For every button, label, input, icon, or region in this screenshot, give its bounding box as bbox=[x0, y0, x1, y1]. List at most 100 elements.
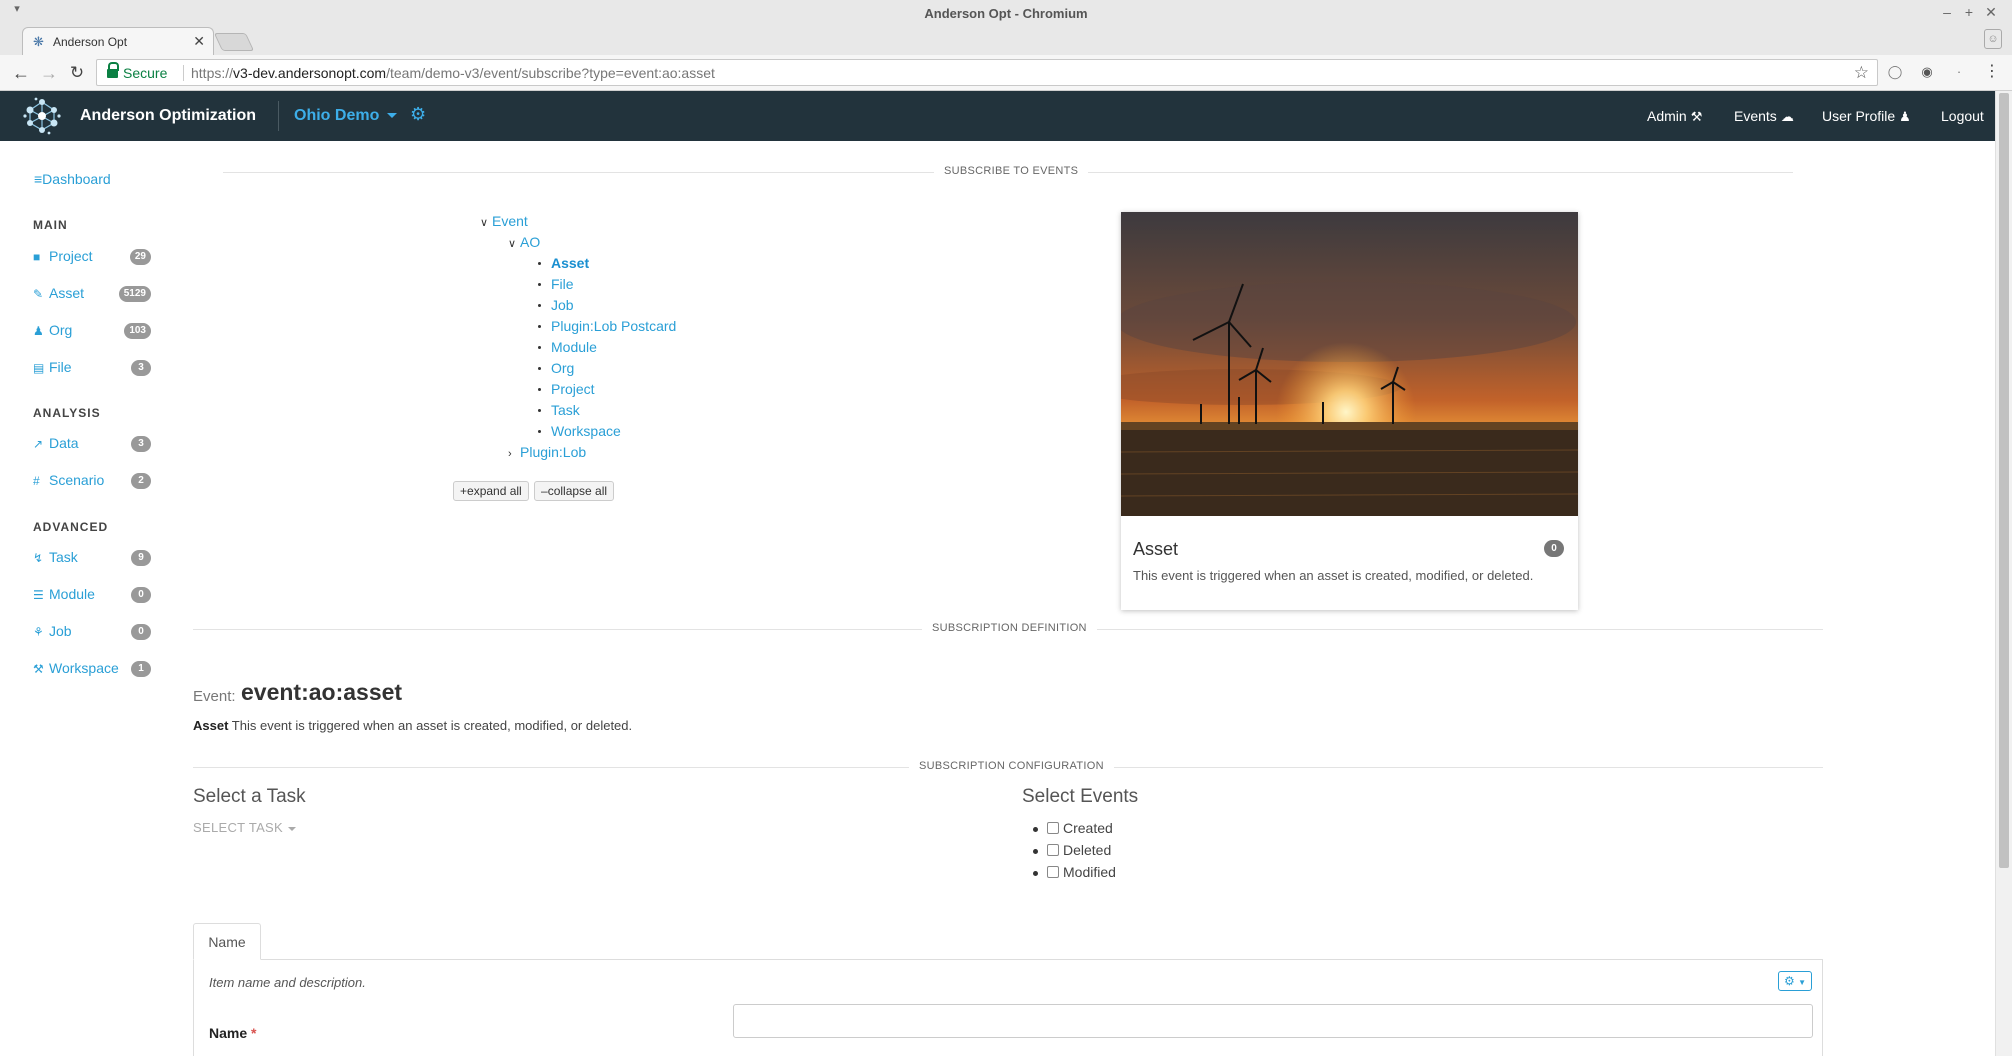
tree-node-project[interactable]: Project bbox=[537, 381, 595, 397]
tree-node-label: Org bbox=[551, 360, 575, 376]
pencil-icon: ✎ bbox=[33, 287, 44, 301]
tree-node-label: Event bbox=[492, 213, 528, 229]
bookmark-star-icon[interactable]: ☆ bbox=[1854, 63, 1869, 83]
address-bar[interactable]: Secure https://v3-dev.andersonopt.com/te… bbox=[96, 59, 1878, 86]
count-badge: 0 bbox=[131, 624, 151, 640]
collapse-all-button[interactable]: –collapse all bbox=[534, 481, 615, 501]
expand-all-button[interactable]: +expand all bbox=[453, 481, 529, 501]
forward-icon[interactable]: → bbox=[38, 63, 60, 83]
user-icon: ♟ bbox=[1899, 109, 1911, 124]
tree-node-org[interactable]: Org bbox=[537, 360, 574, 376]
bullet-icon bbox=[537, 429, 543, 435]
minimize-icon[interactable]: – bbox=[1938, 4, 1956, 20]
event-description-text: This event is triggered when an asset is… bbox=[228, 718, 633, 733]
name-label-text: Name bbox=[209, 1025, 248, 1041]
section-title-configuration: SUBSCRIPTION CONFIGURATION bbox=[909, 760, 1114, 772]
browser-menu-icon[interactable]: ⋮ bbox=[1984, 64, 2000, 80]
tree-node-task[interactable]: Task bbox=[537, 402, 580, 418]
brand-name[interactable]: Anderson Optimization bbox=[80, 107, 256, 125]
bullet-icon bbox=[537, 345, 543, 351]
chart-line-icon: ↗ bbox=[33, 437, 44, 451]
event-option-modified[interactable]: Modified bbox=[1033, 864, 1116, 880]
back-icon[interactable]: ← bbox=[10, 63, 32, 83]
page-scrollbar[interactable] bbox=[1995, 91, 2012, 1056]
tree-node-plugin-lob[interactable]: › Plugin:Lob bbox=[508, 444, 586, 460]
checkbox-deleted[interactable] bbox=[1047, 844, 1059, 856]
extension-shield-icon[interactable]: ◯ bbox=[1887, 64, 1903, 80]
tree-node-asset[interactable]: Asset bbox=[537, 255, 589, 271]
address-separator bbox=[183, 65, 184, 81]
reload-icon[interactable]: ↻ bbox=[66, 63, 88, 83]
name-input[interactable] bbox=[733, 1004, 1813, 1038]
sidebar-item-module[interactable]: ☰ Module 0 bbox=[33, 586, 151, 606]
sidebar-item-data[interactable]: ↗ Data 3 bbox=[33, 435, 151, 455]
select-task-dropdown[interactable]: SELECT TASK bbox=[193, 820, 297, 835]
sidebar-item-job[interactable]: ⚘ Job 0 bbox=[33, 623, 151, 643]
tree-node-ao[interactable]: ∨ AO bbox=[508, 234, 540, 250]
profile-icon[interactable]: ☺ bbox=[1984, 29, 2002, 49]
sidebar-item-org[interactable]: ♟ Org 103 bbox=[33, 322, 151, 342]
name-label: Name * bbox=[209, 1025, 256, 1041]
tree-node-label: Task bbox=[551, 402, 580, 418]
window-titlebar: ▾ Anderson Opt - Chromium – + ✕ bbox=[0, 0, 2012, 25]
extension-ublock-icon[interactable]: ◉ bbox=[1919, 64, 1935, 80]
bullet-icon bbox=[537, 387, 543, 393]
printer-icon: ▤ bbox=[33, 361, 45, 375]
form-settings-button[interactable]: ⚙ ▼ bbox=[1778, 971, 1812, 991]
logout-link[interactable]: Logout bbox=[1941, 108, 1984, 124]
team-dropdown[interactable]: Ohio Demo bbox=[294, 107, 398, 125]
new-tab-button[interactable] bbox=[213, 33, 255, 51]
form-description: Item name and description. bbox=[209, 975, 366, 990]
minus-icon: – bbox=[541, 484, 548, 498]
sidebar-heading-advanced: ADVANCED bbox=[33, 520, 109, 534]
sidebar-item-label: Project bbox=[49, 248, 93, 264]
sidebar-item-label: Module bbox=[49, 586, 95, 602]
tree-node-event[interactable]: ∨ Event bbox=[480, 213, 528, 229]
tree-node-plugin-lob-postcard[interactable]: Plugin:Lob Postcard bbox=[537, 318, 676, 334]
sidebar-dashboard-link[interactable]: ≡Dashboard bbox=[34, 171, 111, 187]
tab-name[interactable]: Name bbox=[193, 923, 261, 960]
events-label: Events bbox=[1734, 108, 1777, 124]
app-navbar: Anderson Optimization Ohio Demo ⚙ Admin ⚒… bbox=[0, 91, 1995, 141]
team-settings-gear-icon[interactable]: ⚙ bbox=[410, 104, 426, 125]
extension-icon[interactable]: · bbox=[1951, 64, 1967, 80]
user-profile-link[interactable]: User Profile ♟ bbox=[1822, 108, 1911, 125]
count-badge: 0 bbox=[131, 587, 151, 603]
event-description: Asset This event is triggered when an as… bbox=[193, 718, 632, 733]
tree-node-file[interactable]: File bbox=[537, 276, 574, 292]
folder-icon: ■ bbox=[33, 250, 41, 264]
tree-node-job[interactable]: Job bbox=[537, 297, 574, 313]
sidebar-item-workspace[interactable]: ⚒ Workspace 1 bbox=[33, 660, 151, 680]
admin-link[interactable]: Admin ⚒ bbox=[1647, 108, 1702, 125]
brand-logo-icon[interactable] bbox=[22, 96, 62, 136]
events-link[interactable]: Events ☁ bbox=[1734, 108, 1794, 125]
sidebar-item-task[interactable]: ↯ Task 9 bbox=[33, 549, 151, 569]
close-tab-icon[interactable]: ✕ bbox=[193, 33, 205, 50]
tree-node-label: Workspace bbox=[551, 423, 621, 439]
sidebar-item-project[interactable]: ■ Project 29 bbox=[33, 248, 151, 268]
browser-tab-title: Anderson Opt bbox=[53, 35, 128, 49]
tree-node-label: File bbox=[551, 276, 574, 292]
event-option-created[interactable]: Created bbox=[1033, 820, 1113, 836]
sidebar-item-asset[interactable]: ✎ Asset 5129 bbox=[33, 285, 151, 305]
sidebar-heading-analysis: ANALYSIS bbox=[33, 406, 101, 420]
chevron-right-icon: › bbox=[508, 448, 512, 460]
sidebar-item-file[interactable]: ▤ File 3 bbox=[33, 359, 151, 379]
count-badge: 103 bbox=[124, 323, 151, 339]
tree-node-label: Project bbox=[551, 381, 595, 397]
browser-tab[interactable]: ❋ Anderson Opt ✕ bbox=[22, 27, 214, 55]
close-window-icon[interactable]: ✕ bbox=[1982, 4, 2000, 21]
checkbox-modified[interactable] bbox=[1047, 866, 1059, 878]
tree-node-module[interactable]: Module bbox=[537, 339, 597, 355]
select-task-heading: Select a Task bbox=[193, 786, 306, 807]
users-icon: ♟ bbox=[33, 324, 44, 338]
maximize-icon[interactable]: + bbox=[1960, 4, 1978, 20]
count-badge: 2 bbox=[131, 473, 151, 489]
tree-node-workspace[interactable]: Workspace bbox=[537, 423, 621, 439]
scrollbar-thumb[interactable] bbox=[1999, 93, 2009, 868]
checkbox-created[interactable] bbox=[1047, 822, 1059, 834]
count-badge: 9 bbox=[131, 550, 151, 566]
event-option-deleted[interactable]: Deleted bbox=[1032, 842, 1111, 858]
window-title: Anderson Opt - Chromium bbox=[924, 6, 1088, 21]
sidebar-item-scenario[interactable]: # Scenario 2 bbox=[33, 472, 151, 492]
